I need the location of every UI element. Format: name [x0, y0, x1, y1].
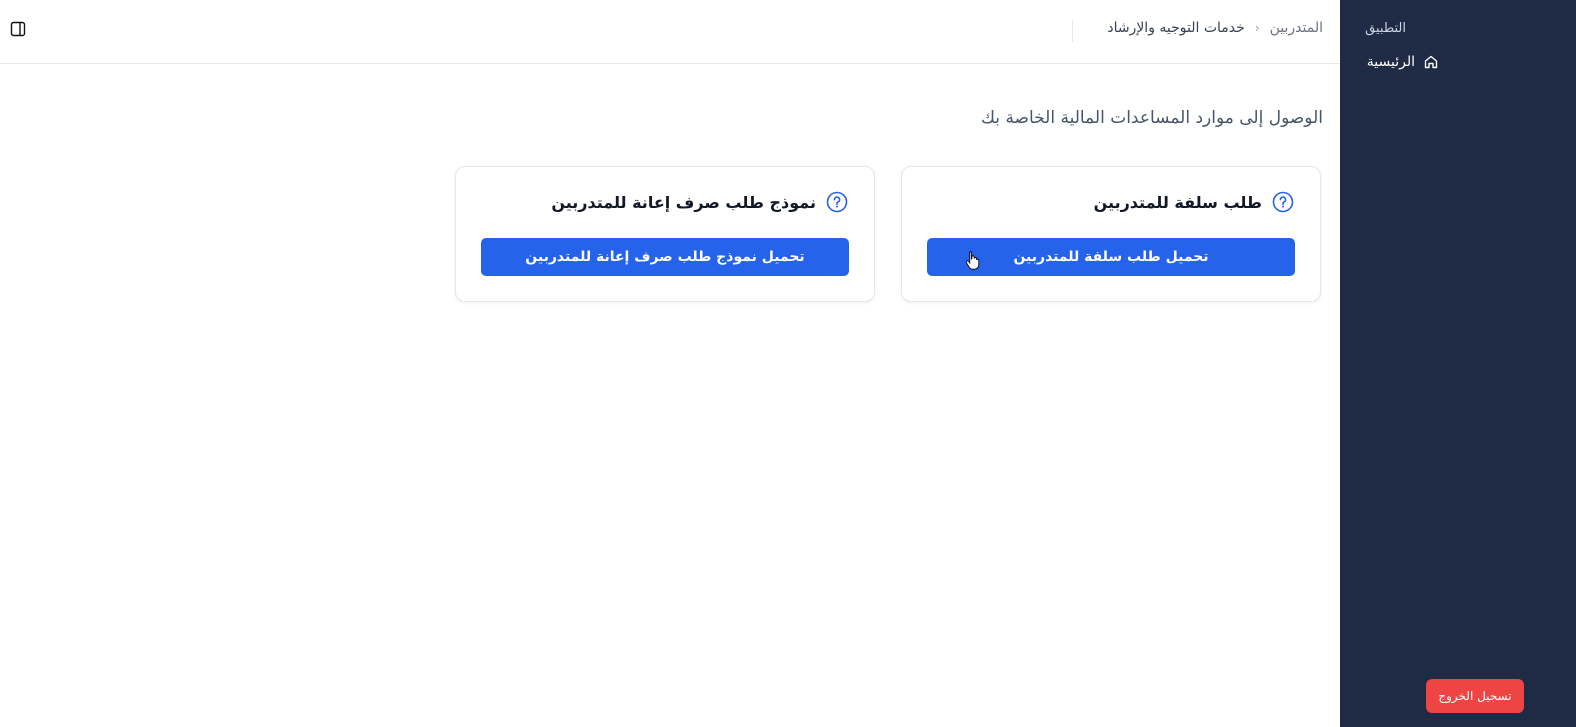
breadcrumb: المتدربين ‹ خدمات التوجيه والإرشاد [1107, 20, 1323, 36]
sidebar-item-home[interactable]: الرئيسية [1367, 54, 1439, 70]
logout-button[interactable]: تسجيل الخروج [1426, 679, 1524, 713]
sidebar-section-label: التطبيق [1365, 21, 1406, 36]
breadcrumb-root-link[interactable]: المتدربين [1270, 20, 1323, 36]
download-advance-request-button[interactable]: تحميل طلب سلفة للمتدربين [927, 238, 1295, 276]
page-subtitle: الوصول إلى موارد المساعدات المالية الخاص… [980, 108, 1323, 128]
help-circle-icon[interactable] [1272, 191, 1294, 213]
card-title: نموذج طلب صرف إعانة للمتدربين [551, 191, 848, 213]
card-advance-request: طلب سلفة للمتدربين تحميل طلب سلفة للمتدر… [901, 166, 1321, 302]
sidebar: التطبيق الرئيسية تسجيل الخروج [1340, 0, 1576, 727]
app-root: المتدربين ‹ خدمات التوجيه والإرشاد الوصو… [0, 0, 1576, 727]
card-title: طلب سلفة للمتدربين [1094, 191, 1294, 213]
download-subsidy-request-button[interactable]: تحميل نموذج طلب صرف إعانة للمتدربين [481, 238, 849, 276]
breadcrumb-separator: ‹ [1254, 21, 1260, 35]
card-subsidy-request: نموذج طلب صرف إعانة للمتدربين تحميل نموذ… [455, 166, 875, 302]
card-title-text: نموذج طلب صرف إعانة للمتدربين [551, 192, 816, 212]
sidebar-item-label: الرئيسية [1366, 54, 1415, 70]
home-icon [1423, 54, 1439, 70]
sidebar-toggle-icon[interactable] [10, 21, 26, 37]
top-header: المتدربين ‹ خدمات التوجيه والإرشاد [0, 0, 1340, 64]
header-divider [1072, 20, 1073, 42]
breadcrumb-current: خدمات التوجيه والإرشاد [1107, 20, 1245, 36]
card-title-text: طلب سلفة للمتدربين [1093, 192, 1262, 212]
help-circle-icon[interactable] [826, 191, 848, 213]
